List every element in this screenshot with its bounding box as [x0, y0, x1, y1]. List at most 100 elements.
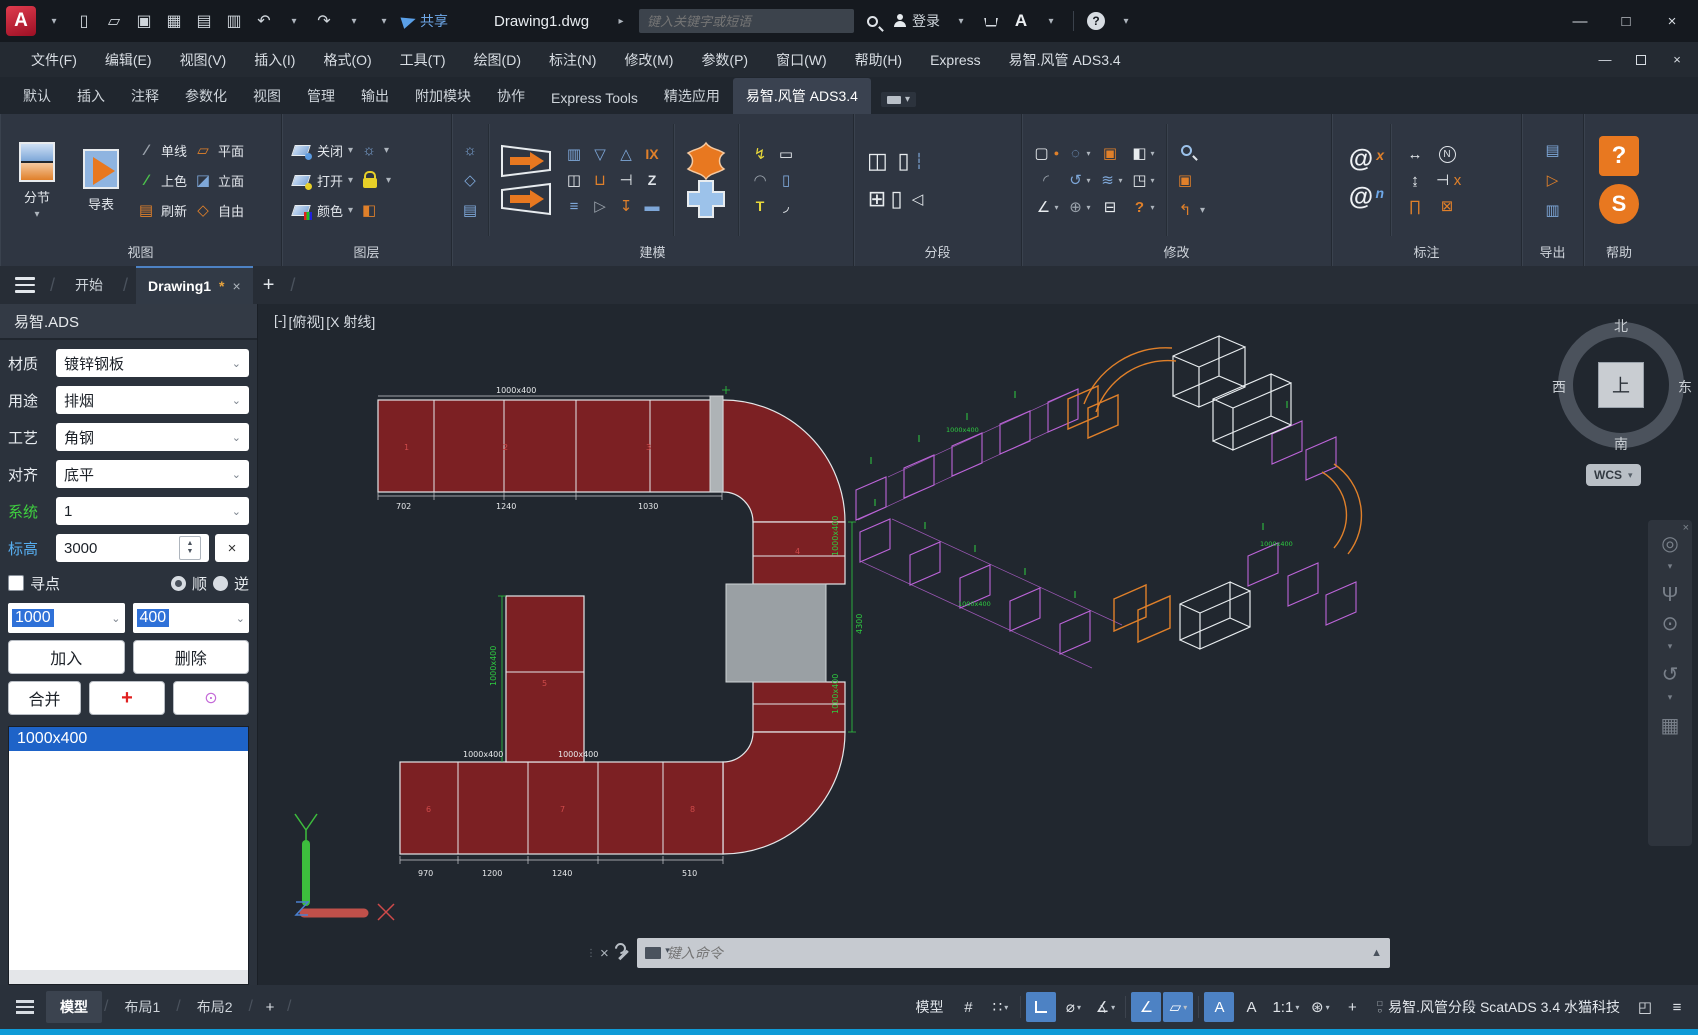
file-tab-start[interactable]: 开始	[63, 266, 115, 304]
craft-select[interactable]: 角钢⌄	[56, 423, 249, 451]
fitting-panel-icon[interactable]: ▬	[642, 198, 662, 215]
modify-line-icon[interactable]: ∠▾	[1033, 198, 1058, 216]
target-button[interactable]: ⊙	[173, 681, 249, 715]
elevation-spinner[interactable]: ▲▼	[179, 536, 201, 560]
size-list[interactable]: 1000x400	[8, 726, 249, 985]
segment-single-icon[interactable]: ▯┆	[894, 148, 921, 174]
menu-draw[interactable]: 绘图(D)	[461, 42, 534, 77]
width-combo[interactable]: 1000⌄	[8, 603, 125, 633]
login-button[interactable]: 登录	[890, 7, 943, 35]
ribbon-display-options-button[interactable]: ▾	[881, 92, 916, 107]
model-list-button[interactable]: ▤	[460, 197, 480, 223]
menu-parametric[interactable]: 参数(P)	[688, 42, 761, 77]
plugin-status-button[interactable]: □○ 易智.风管分段 ScatADS 3.4 水猫科技	[1369, 992, 1628, 1022]
plus-button[interactable]: +	[89, 681, 165, 715]
fitting-z-icon[interactable]: Z	[648, 172, 657, 188]
modify-stretch-icon[interactable]: ◧▾	[1129, 144, 1154, 162]
shade-button[interactable]: ∕∕上色	[136, 167, 187, 193]
menu-tools[interactable]: 工具(T)	[387, 42, 459, 77]
modify-fillet-icon[interactable]: ◜	[1036, 171, 1056, 189]
clean-screen-button[interactable]: ◰	[1630, 992, 1660, 1022]
isodraft-toggle[interactable]: ∡▾	[1090, 992, 1120, 1022]
snap-mode-toggle[interactable]: ∷▾	[985, 992, 1015, 1022]
modify-query-icon[interactable]: ?▾	[1129, 199, 1154, 216]
ribbon-tab-addins[interactable]: 附加模块	[402, 78, 484, 114]
modify-group-label[interactable]: 修改	[1022, 242, 1331, 266]
grid-display-toggle[interactable]: #	[953, 992, 983, 1022]
export-group-label[interactable]: 导出	[1522, 242, 1583, 266]
file-tab-close-icon[interactable]: ×	[233, 278, 241, 294]
ribbon-tab-yizhi-ads[interactable]: 易智.风管 ADS3.4	[733, 78, 871, 114]
help-question-button[interactable]: ?	[1599, 136, 1639, 176]
redo-icon[interactable]: ↷	[312, 7, 336, 35]
compass-west[interactable]: 西	[1552, 377, 1566, 397]
model-space-label[interactable]: 模型	[915, 997, 943, 1017]
viewport-view-control[interactable]: [俯视]	[288, 312, 324, 332]
polar-tracking-toggle[interactable]: ⌀▾	[1058, 992, 1088, 1022]
menu-format[interactable]: 格式(O)	[310, 42, 384, 77]
wcs-button[interactable]: WCS▾	[1586, 464, 1641, 486]
compass-south[interactable]: 南	[1614, 434, 1628, 454]
isolate-objects-button[interactable]: +	[1337, 992, 1367, 1022]
fitting-hood-icon[interactable]: △	[616, 145, 636, 163]
wrench-icon[interactable]	[615, 945, 631, 961]
modify-erase-icon[interactable]: ◌▾	[1065, 145, 1090, 162]
autoscale-toggle[interactable]: A	[1236, 992, 1266, 1022]
spiral-n-icon[interactable]: @n	[1340, 182, 1382, 216]
new-file-icon[interactable]: ▯	[72, 7, 96, 35]
modify-copy-icon[interactable]: ▣	[1100, 144, 1120, 162]
orbit-caret-icon[interactable]: ▾	[1668, 687, 1673, 707]
add-button[interactable]: 加入	[8, 640, 125, 674]
menu-express[interactable]: Express	[917, 42, 994, 77]
menu-help[interactable]: 帮助(H)	[842, 42, 915, 77]
fitting-tee-icon[interactable]: ⊔	[590, 171, 610, 189]
command-input-container[interactable]: ▲	[637, 938, 1390, 968]
fitting-reducer-icon[interactable]: ▽	[590, 145, 610, 163]
open-file-icon[interactable]: ▱	[102, 7, 126, 35]
command-input[interactable]	[667, 945, 1365, 961]
doc-restore-button[interactable]	[1624, 47, 1658, 73]
merge-button[interactable]: 合并	[8, 681, 81, 715]
export-import-button[interactable]: ▥	[1543, 197, 1563, 223]
dimension-group-label[interactable]: 标注	[1332, 242, 1521, 266]
model-tab[interactable]: 模型	[46, 991, 102, 1023]
app-store-cart-icon[interactable]	[979, 7, 1003, 35]
layout-menu-icon[interactable]	[6, 1000, 44, 1014]
size-list-item-selected[interactable]: 1000x400	[9, 727, 248, 751]
annotation-scale-button[interactable]: 1:1▾	[1268, 992, 1303, 1022]
segment-pair-icon[interactable]: ◫	[867, 148, 887, 174]
align-select[interactable]: 底平⌄	[56, 460, 249, 488]
layer-color-button[interactable]: 颜色▾	[290, 197, 353, 223]
menu-window[interactable]: 窗口(W)	[763, 42, 840, 77]
showmotion-icon[interactable]: ▦	[1661, 716, 1680, 736]
ribbon-tab-insert[interactable]: 插入	[64, 78, 118, 114]
undo-caret-icon[interactable]: ▾	[282, 7, 306, 35]
menu-edit[interactable]: 编辑(E)	[92, 42, 165, 77]
select-hook-button[interactable]: ↰▾	[1175, 197, 1205, 223]
ribbon-tab-featured[interactable]: 精选应用	[651, 78, 733, 114]
file-tab-drawing1[interactable]: Drawing1* ×	[136, 266, 253, 304]
usage-select[interactable]: 排烟⌄	[56, 386, 249, 414]
draw-duct-main-icon[interactable]	[500, 144, 552, 178]
customize-quick-access-icon[interactable]: ▾	[372, 7, 396, 35]
dim-number-icon[interactable]: N	[1439, 146, 1456, 163]
expand-title-caret-icon[interactable]: ▸	[609, 7, 633, 35]
window-maximize-button[interactable]: □	[1606, 6, 1646, 36]
model-group-label[interactable]: 建模	[452, 242, 853, 266]
navigation-bar[interactable]: × ◎ ▾ Ψ ⊙ ▾ ↺ ▾ ▦	[1648, 520, 1692, 846]
modify-trim-icon[interactable]: ⊟	[1100, 198, 1120, 216]
ribbon-tab-express[interactable]: Express Tools	[538, 82, 651, 114]
annotation-visibility-toggle[interactable]: A	[1204, 992, 1234, 1022]
autodesk-caret-icon[interactable]: ▾	[1039, 7, 1063, 35]
help-group-label[interactable]: 帮助	[1584, 242, 1654, 266]
free-view-button[interactable]: ◇自由	[193, 197, 244, 223]
elevation-view-button[interactable]: ◪立面	[193, 167, 244, 193]
fitting-ix-icon[interactable]: IX	[645, 146, 658, 162]
menu-yizhi-ads[interactable]: 易智.风管 ADS3.4	[996, 42, 1134, 77]
height-combo[interactable]: 400⌄	[133, 603, 250, 633]
fitting-offset-icon[interactable]: ⊣	[616, 171, 636, 189]
tool-tee-yellow-icon[interactable]: T	[756, 198, 765, 214]
layout1-tab[interactable]: 布局1	[110, 991, 174, 1023]
tool-curve-icon[interactable]: ◞	[776, 197, 796, 215]
compass-north[interactable]: 北	[1614, 316, 1628, 336]
